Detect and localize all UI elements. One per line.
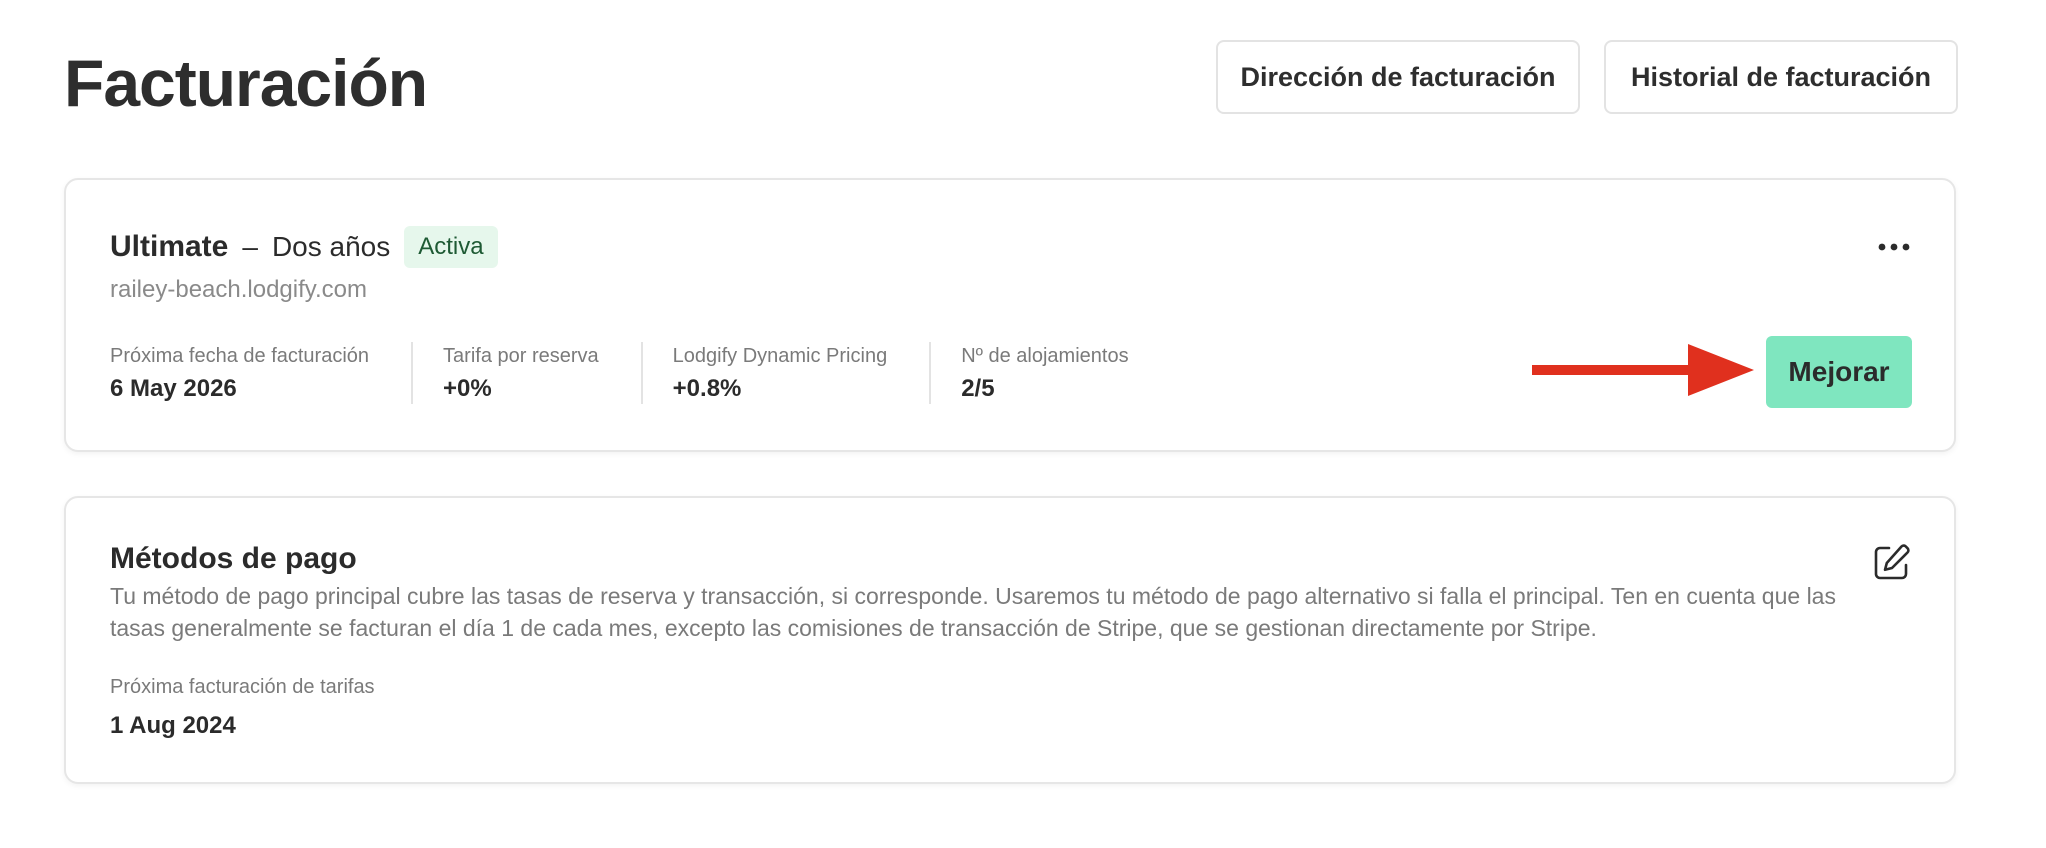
more-horizontal-icon (1878, 243, 1910, 251)
more-options-button[interactable] (1872, 232, 1916, 262)
plan-stats: Próxima fecha de facturación 6 May 2026 … (110, 342, 1201, 404)
page-title: Facturación (64, 46, 428, 120)
plan-separator: – (242, 231, 258, 262)
status-badge: Activa (404, 226, 498, 268)
stat-dynamic-pricing: Lodgify Dynamic Pricing +0.8% (673, 342, 932, 404)
stat-value: +0% (443, 375, 492, 402)
payment-methods-description: Tu método de pago principal cubre las ta… (110, 583, 1836, 641)
billing-history-button[interactable]: Historial de facturación (1604, 40, 1958, 114)
stat-value: 6 May 2026 (110, 375, 237, 402)
stat-value: +0.8% (672, 375, 742, 402)
stat-label: Próxima fecha de facturación (110, 345, 370, 367)
stat-booking-fee: Tarifa por reserva +0% (443, 342, 643, 404)
payment-methods-card: Métodos de pago Tu método de pago princi… (64, 496, 1956, 784)
next-fee-billing-label: Próxima facturación de tarifas (110, 676, 375, 698)
plan-term: Dos años (271, 231, 391, 262)
billing-address-button[interactable]: Dirección de facturación (1216, 40, 1580, 114)
plan-card: Ultimate – Dos años Activa railey-beach.… (64, 178, 1956, 452)
plan-title-row: Ultimate – Dos años Activa (110, 226, 498, 268)
stat-next-billing-date: Próxima fecha de facturación 6 May 2026 (110, 342, 414, 404)
stat-properties: Nº de alojamientos 2/5 (961, 342, 1170, 404)
stat-label: Tarifa por reserva (443, 345, 599, 367)
plan-domain: railey-beach.lodgify.com (110, 276, 368, 303)
next-fee-billing-value: 1 Aug 2024 (110, 712, 236, 739)
edit-icon (1874, 544, 1910, 580)
stat-label: Lodgify Dynamic Pricing (672, 345, 888, 367)
stat-value: 2/5 (961, 375, 995, 402)
payment-methods-title: Métodos de pago (110, 542, 357, 575)
billing-page: Facturación Dirección de facturación His… (0, 0, 2046, 848)
upgrade-button[interactable]: Mejorar (1766, 336, 1912, 408)
plan-name: Ultimate (110, 230, 229, 263)
edit-payment-button[interactable] (1872, 542, 1912, 582)
stat-label: Nº de alojamientos (961, 345, 1129, 367)
